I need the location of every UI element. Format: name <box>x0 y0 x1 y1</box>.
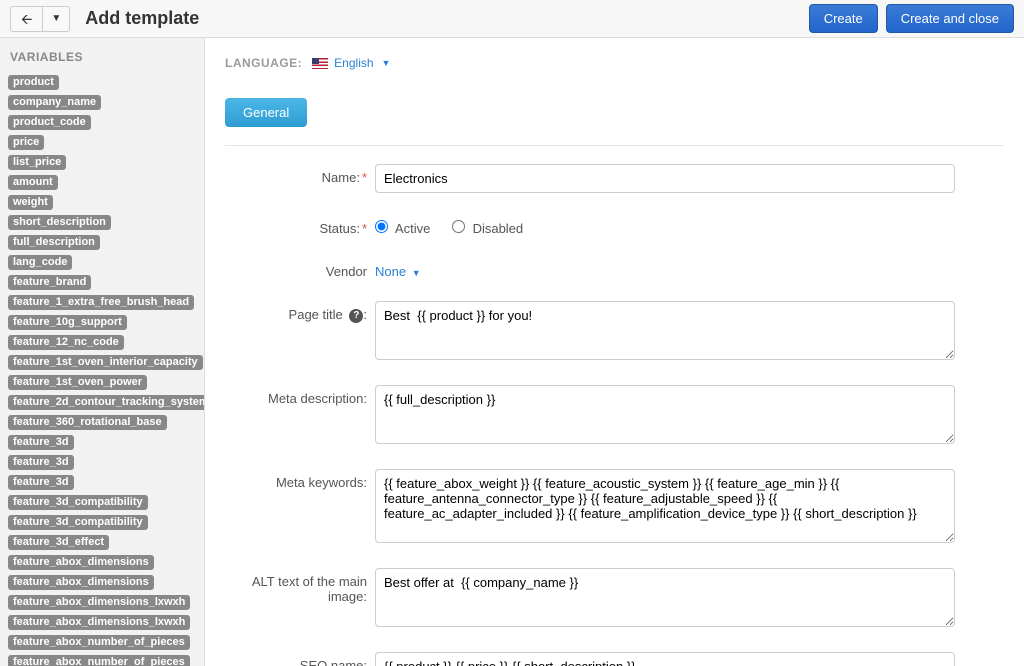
help-icon[interactable]: ? <box>349 309 363 323</box>
page-title: Add template <box>85 8 199 29</box>
alt-text-textarea[interactable] <box>375 568 955 627</box>
content-area: LANGUAGE: English ▼ General Name:* Statu… <box>205 38 1024 666</box>
language-row: LANGUAGE: English ▼ <box>225 56 1004 70</box>
variable-pill[interactable]: weight <box>8 195 53 210</box>
tab-general[interactable]: General <box>225 98 307 127</box>
variable-pill[interactable]: feature_3d <box>8 435 74 450</box>
variable-pill[interactable]: feature_3d_compatibility <box>8 515 148 530</box>
variable-pill[interactable]: feature_abox_dimensions <box>8 555 154 570</box>
variable-pill[interactable]: feature_1st_oven_power <box>8 375 147 390</box>
tabs-row: General <box>225 98 1004 127</box>
vendor-label: Vendor <box>225 258 375 279</box>
row-status: Status:* Active Disabled <box>225 215 1004 236</box>
meta-keywords-textarea[interactable] <box>375 469 955 543</box>
status-active-option[interactable]: Active <box>375 221 434 236</box>
flag-us-icon <box>312 58 328 69</box>
language-selector[interactable]: English ▼ <box>312 56 390 70</box>
variables-sidebar: VARIABLES product company_name product_cod… <box>0 38 205 666</box>
variable-pill[interactable]: lang_code <box>8 255 72 270</box>
row-name: Name:* <box>225 164 1004 193</box>
variable-pill[interactable]: feature_abox_dimensions_lxwxh <box>8 595 190 610</box>
alt-text-label: ALT text of the main image: <box>225 568 375 630</box>
variable-pill[interactable]: product_code <box>8 115 91 130</box>
caret-down-icon: ▼ <box>382 58 391 68</box>
back-button[interactable]: 🡨 <box>10 6 43 32</box>
variable-pill[interactable]: feature_3d <box>8 475 74 490</box>
status-disabled-option[interactable]: Disabled <box>452 221 523 236</box>
name-input[interactable] <box>375 164 955 193</box>
row-vendor: Vendor None ▼ <box>225 258 1004 279</box>
variable-pill[interactable]: full_description <box>8 235 100 250</box>
variable-pill[interactable]: feature_brand <box>8 275 91 290</box>
variable-pill[interactable]: amount <box>8 175 58 190</box>
sidebar-heading: VARIABLES <box>8 50 196 64</box>
divider <box>225 145 1004 146</box>
meta-description-textarea[interactable] <box>375 385 955 444</box>
row-alt-text: ALT text of the main image: <box>225 568 1004 630</box>
variable-pill[interactable]: feature_1st_oven_interior_capacity <box>8 355 203 370</box>
page-title-textarea[interactable] <box>375 301 955 360</box>
arrow-left-icon: 🡨 <box>21 11 32 27</box>
toolbar-left: 🡨 ▼ Add template <box>10 6 199 32</box>
main-layout: VARIABLES product company_name product_cod… <box>0 38 1024 666</box>
toolbar: 🡨 ▼ Add template Create Create and close <box>0 0 1024 38</box>
variable-pill[interactable]: feature_360_rotational_base <box>8 415 167 430</box>
status-label: Status:* <box>225 215 375 236</box>
variable-pill[interactable]: feature_abox_dimensions_lxwxh <box>8 615 190 630</box>
dropdown-toggle[interactable]: ▼ <box>43 6 70 32</box>
meta-description-label: Meta description: <box>225 385 375 447</box>
name-label: Name:* <box>225 164 375 193</box>
variable-pill[interactable]: feature_abox_number_of_pieces <box>8 655 190 666</box>
required-mark: * <box>362 221 367 236</box>
page-title-label: Page title ?: <box>225 301 375 363</box>
variables-list: product company_name product_codeprice list… <box>8 74 196 666</box>
row-seo-name: SEO name: <box>225 652 1004 666</box>
variable-pill[interactable]: feature_3d <box>8 455 74 470</box>
variable-pill[interactable]: feature_12_nc_code <box>8 335 124 350</box>
row-page-title: Page title ?: <box>225 301 1004 363</box>
status-disabled-radio[interactable] <box>452 220 465 233</box>
create-close-button[interactable]: Create and close <box>886 4 1014 33</box>
required-mark: * <box>362 170 367 185</box>
toolbar-right: Create Create and close <box>809 4 1014 33</box>
variable-pill[interactable]: feature_3d_compatibility <box>8 495 148 510</box>
create-button[interactable]: Create <box>809 4 878 33</box>
variable-pill[interactable]: feature_2d_contour_tracking_system <box>8 395 205 410</box>
row-meta-keywords: Meta keywords: <box>225 469 1004 546</box>
variable-pill[interactable]: feature_3d_effect <box>8 535 109 550</box>
meta-keywords-label: Meta keywords: <box>225 469 375 546</box>
seo-name-label: SEO name: <box>225 652 375 666</box>
caret-down-icon: ▼ <box>412 268 421 278</box>
variable-pill[interactable]: short_description <box>8 215 111 230</box>
variable-pill[interactable]: list_price <box>8 155 66 170</box>
caret-down-icon: ▼ <box>51 13 61 24</box>
variable-pill[interactable]: feature_10g_support <box>8 315 127 330</box>
status-active-radio[interactable] <box>375 220 388 233</box>
seo-name-textarea[interactable] <box>375 652 955 666</box>
vendor-selector[interactable]: None ▼ <box>375 258 421 279</box>
variable-pill[interactable]: product <box>8 75 59 90</box>
variable-pill[interactable]: feature_abox_number_of_pieces <box>8 635 190 650</box>
language-label: LANGUAGE: <box>225 56 302 70</box>
row-meta-description: Meta description: <box>225 385 1004 447</box>
variable-pill[interactable]: feature_1_extra_free_brush_head <box>8 295 194 310</box>
language-value: English <box>334 56 373 70</box>
nav-button-group: 🡨 ▼ <box>10 6 70 32</box>
variable-pill[interactable]: feature_abox_dimensions <box>8 575 154 590</box>
variable-pill[interactable]: price <box>8 135 44 150</box>
variable-pill[interactable]: company_name <box>8 95 101 110</box>
